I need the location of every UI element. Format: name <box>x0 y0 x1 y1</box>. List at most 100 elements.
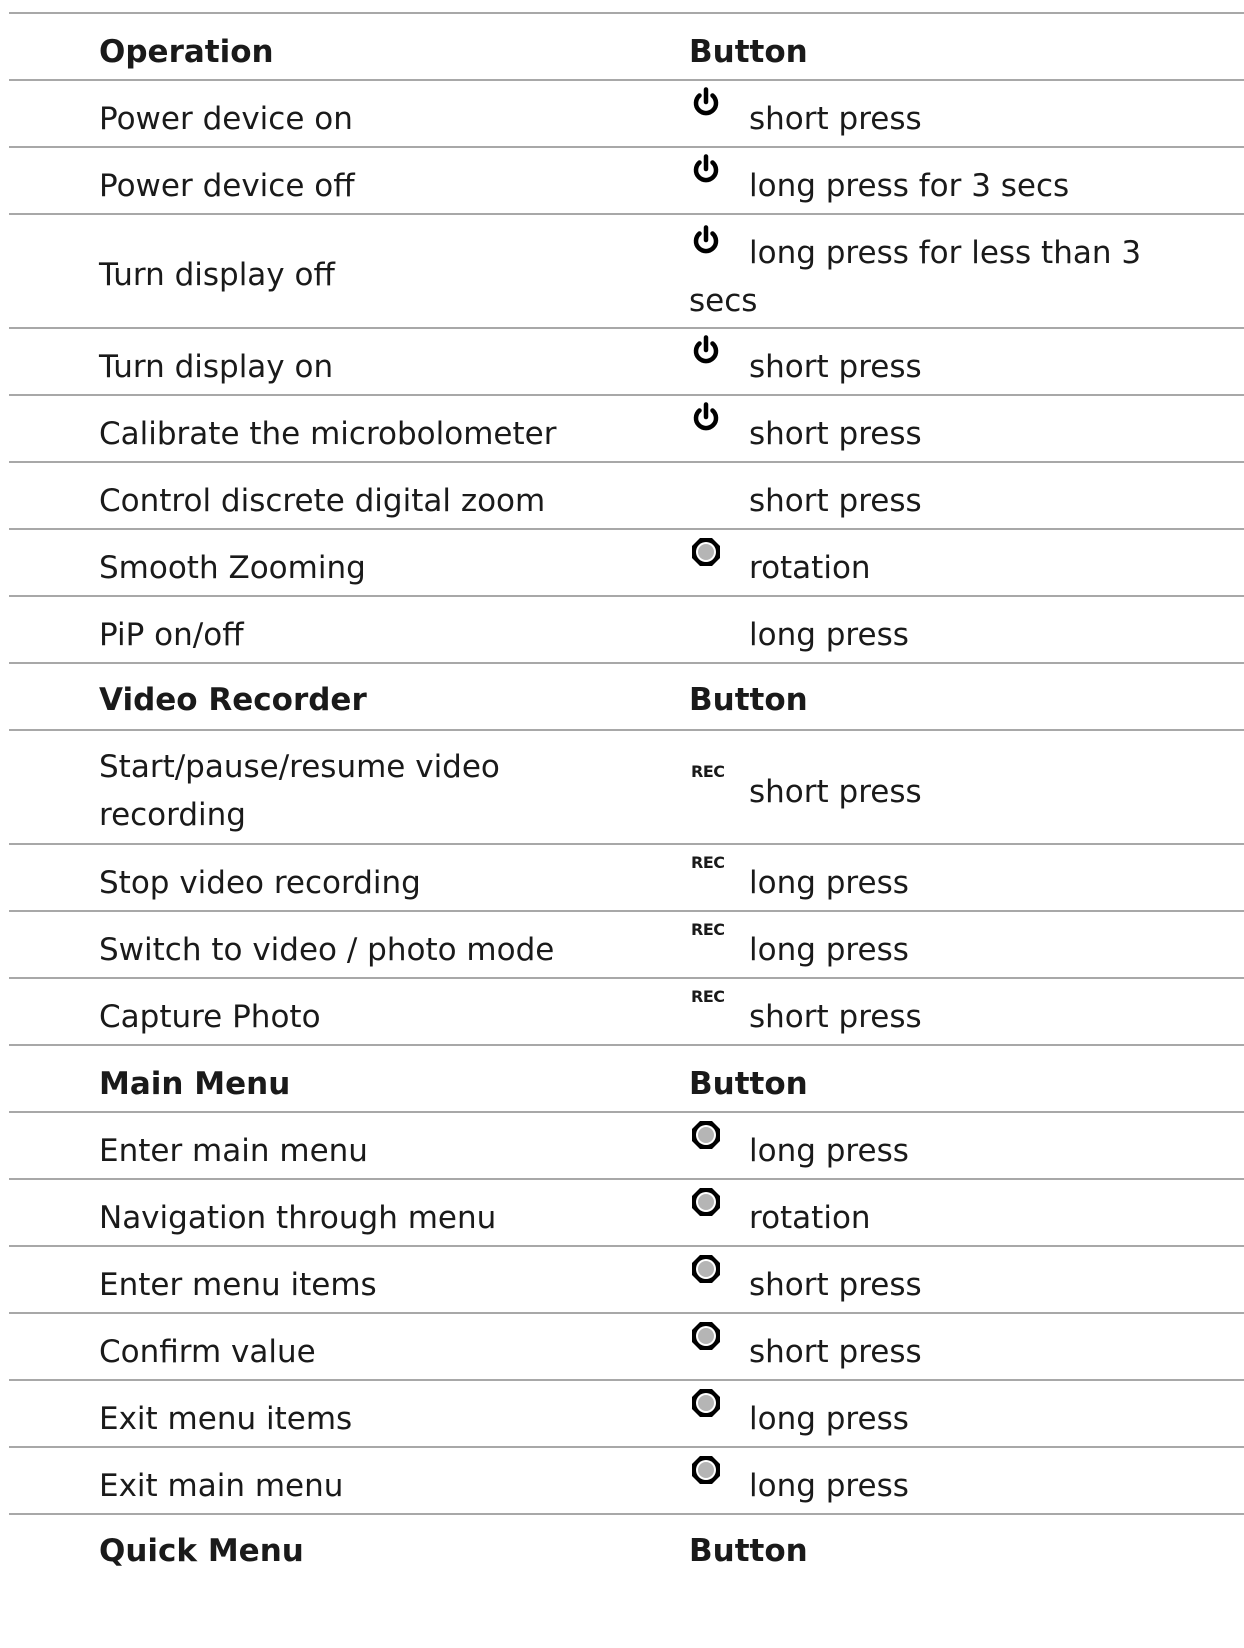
button-column-title: Button <box>689 1533 808 1569</box>
section-title: Operation <box>99 34 274 70</box>
action-label: long press <box>749 932 909 968</box>
table-row: Exit menu items long press <box>9 1381 1244 1448</box>
table-row: Calibrate the microbolometer short press <box>9 396 1244 463</box>
table-row: Confirm value short press <box>9 1314 1244 1381</box>
table-row: Turn display on short press <box>9 329 1244 396</box>
section-title: Main Menu <box>99 1066 291 1102</box>
button-cell: long press for less than 3 secs <box>689 222 1169 325</box>
power-icon <box>693 154 719 183</box>
action-label: rotation <box>749 550 871 586</box>
operation-label: Control discrete digital zoom <box>99 483 546 519</box>
section-header: Video Recorder Button <box>9 664 1244 731</box>
operation-label: Turn display off <box>99 257 335 293</box>
button-cell: REC short press <box>689 986 1209 1036</box>
controller-dial-icon <box>692 1255 720 1283</box>
section-header: Quick Menu Button <box>9 1515 1244 1575</box>
action-label: long press <box>749 1468 909 1504</box>
table-row: Smooth Zooming rotation <box>9 530 1244 597</box>
operation-label: Smooth Zooming <box>99 550 366 586</box>
power-icon <box>693 402 719 431</box>
button-column-title: Button <box>689 34 808 70</box>
controller-dial-icon <box>692 1188 720 1216</box>
operation-label: Stop video recording <box>99 865 421 901</box>
button-column-title: Button <box>689 1066 808 1102</box>
rec-icon: REC <box>691 987 725 1006</box>
operation-label: Power device off <box>99 168 355 204</box>
power-icon <box>693 335 719 364</box>
action-label: short press <box>749 774 922 810</box>
action-label: long press <box>749 617 909 653</box>
controller-dial-icon <box>692 1322 720 1350</box>
button-cell: short press <box>689 402 1209 452</box>
operation-label: PiP on/off <box>99 617 244 653</box>
rec-icon: REC <box>691 920 725 939</box>
action-label: short press <box>749 416 922 452</box>
button-cell: long press <box>689 1455 1209 1504</box>
table-row: Navigation through menu rotation <box>9 1180 1244 1247</box>
rec-icon: REC <box>691 762 725 781</box>
table-row: Start/pause/resume video recording REC s… <box>9 731 1244 845</box>
section-title: Quick Menu <box>99 1533 304 1569</box>
action-label: short press <box>749 1334 922 1370</box>
table-row: Power device on short press <box>9 81 1244 148</box>
operation-label: Exit main menu <box>99 1468 344 1504</box>
controller-dial-icon <box>692 538 720 566</box>
operation-label: Start/pause/resume video recording <box>99 749 500 833</box>
button-cell: rotation <box>689 537 1209 586</box>
table-row: Enter main menu long press <box>9 1113 1244 1180</box>
operation-label: Exit menu items <box>99 1401 353 1437</box>
button-cell: short press <box>689 470 1209 519</box>
action-label: rotation <box>749 1200 871 1236</box>
button-cell: short press <box>689 1321 1209 1370</box>
action-label: short press <box>749 101 922 137</box>
button-cell: long press <box>689 604 1209 653</box>
table-row: Switch to video / photo mode REC long pr… <box>9 912 1244 979</box>
action-label: short press <box>749 1267 922 1303</box>
operation-label: Switch to video / photo mode <box>99 932 555 968</box>
button-cell: long press for 3 secs <box>689 154 1209 204</box>
button-cell: long press <box>689 1120 1209 1169</box>
controls-table: Operation Button Power device on short p… <box>9 12 1244 1575</box>
button-cell: REC long press <box>689 852 1209 902</box>
action-label: long press for less than 3 secs <box>689 235 1142 319</box>
operation-label: Turn display on <box>99 349 334 385</box>
operation-label: Power device on <box>99 101 353 137</box>
power-icon <box>693 87 719 116</box>
button-cell: REC long press <box>689 919 1209 969</box>
controller-dial-icon <box>692 1121 720 1149</box>
action-label: long press <box>749 1401 909 1437</box>
operation-label: Calibrate the microbolometer <box>99 416 557 452</box>
action-label: short press <box>749 999 922 1035</box>
rec-icon: REC <box>691 853 725 872</box>
section-title: Video Recorder <box>99 682 367 718</box>
button-cell: short press <box>689 87 1209 137</box>
action-label: short press <box>749 483 922 519</box>
operation-label: Confirm value <box>99 1334 316 1370</box>
table-row: Control discrete digital zoom short pres… <box>9 463 1244 530</box>
action-label: long press <box>749 1133 909 1169</box>
operation-label: Enter menu items <box>99 1267 377 1303</box>
button-cell: rotation <box>689 1187 1209 1236</box>
button-cell: short press <box>689 1254 1209 1303</box>
operation-label: Navigation through menu <box>99 1200 497 1236</box>
button-column-title: Button <box>689 682 808 718</box>
action-label: long press <box>749 865 909 901</box>
power-icon <box>693 225 719 254</box>
table-row: Stop video recording REC long press <box>9 845 1244 912</box>
table-row: Exit main menu long press <box>9 1448 1244 1515</box>
table-row: Power device off long press for 3 secs <box>9 148 1244 215</box>
button-cell: long press <box>689 1388 1209 1437</box>
table-row: Capture Photo REC short press <box>9 979 1244 1046</box>
action-label: long press for 3 secs <box>749 168 1070 204</box>
table-row: Turn display off long press for less tha… <box>9 215 1244 329</box>
table-row: PiP on/off long press <box>9 597 1244 664</box>
button-cell: short press <box>689 335 1209 385</box>
section-header: Main Menu Button <box>9 1046 1244 1113</box>
operation-label: Capture Photo <box>99 999 321 1035</box>
controller-dial-icon <box>692 1389 720 1417</box>
section-header: Operation Button <box>9 14 1244 81</box>
operation-label: Enter main menu <box>99 1133 368 1169</box>
table-row: Enter menu items short press <box>9 1247 1244 1314</box>
controller-dial-icon <box>692 1456 720 1484</box>
button-cell: REC short press <box>689 761 1209 811</box>
